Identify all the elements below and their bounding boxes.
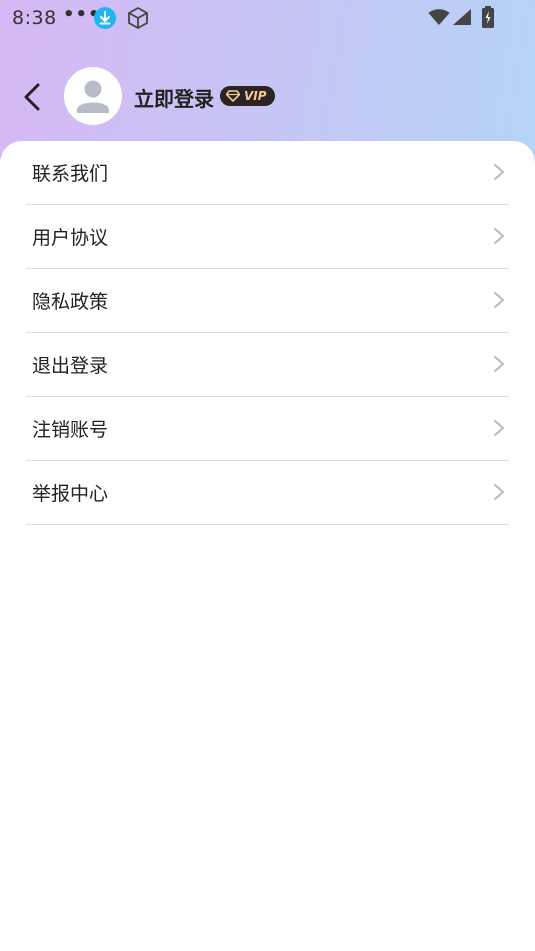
menu-item-label: 退出登录: [32, 355, 109, 377]
wifi-icon: [428, 9, 450, 25]
vip-badge: VIP: [220, 86, 275, 106]
user-avatar-icon: [77, 80, 109, 113]
cube-icon: [128, 7, 148, 29]
menu-item-label: 举报中心: [32, 483, 109, 505]
menu-item-report-center[interactable]: 举报中心: [26, 461, 509, 525]
login-button[interactable]: 立即登录: [134, 83, 214, 112]
menu-item-privacy-policy[interactable]: 隐私政策: [26, 269, 509, 333]
menu-item-label: 用户协议: [32, 227, 109, 249]
avatar[interactable]: [64, 67, 122, 125]
download-icon: [94, 7, 116, 29]
menu-item-logout[interactable]: 退出登录: [26, 333, 509, 397]
chevron-right-icon: [494, 292, 504, 308]
chevron-right-icon: [494, 164, 504, 180]
menu-item-user-agreement[interactable]: 用户协议: [26, 205, 509, 269]
chevron-right-icon: [494, 228, 504, 244]
menu-item-label: 联系我们: [32, 163, 109, 185]
battery-icon: [482, 6, 494, 28]
menu-item-contact-us[interactable]: 联系我们: [26, 141, 509, 205]
menu-item-label: 隐私政策: [32, 291, 109, 313]
menu-item-label: 注销账号: [32, 419, 109, 441]
diamond-icon: [226, 90, 240, 102]
vip-label: VIP: [244, 89, 267, 103]
back-arrow-icon[interactable]: [18, 80, 50, 114]
settings-card: 联系我们 用户协议 隐私政策 退出登录 注销账号 举报中心: [0, 141, 535, 951]
status-bar: 8:38 •••: [0, 0, 535, 36]
menu-item-delete-account[interactable]: 注销账号: [26, 397, 509, 461]
menu-list: 联系我们 用户协议 隐私政策 退出登录 注销账号 举报中心: [26, 141, 509, 525]
signal-icon: [453, 9, 471, 25]
chevron-right-icon: [494, 356, 504, 372]
chevron-right-icon: [494, 484, 504, 500]
status-time: 8:38: [12, 7, 57, 29]
chevron-right-icon: [494, 420, 504, 436]
